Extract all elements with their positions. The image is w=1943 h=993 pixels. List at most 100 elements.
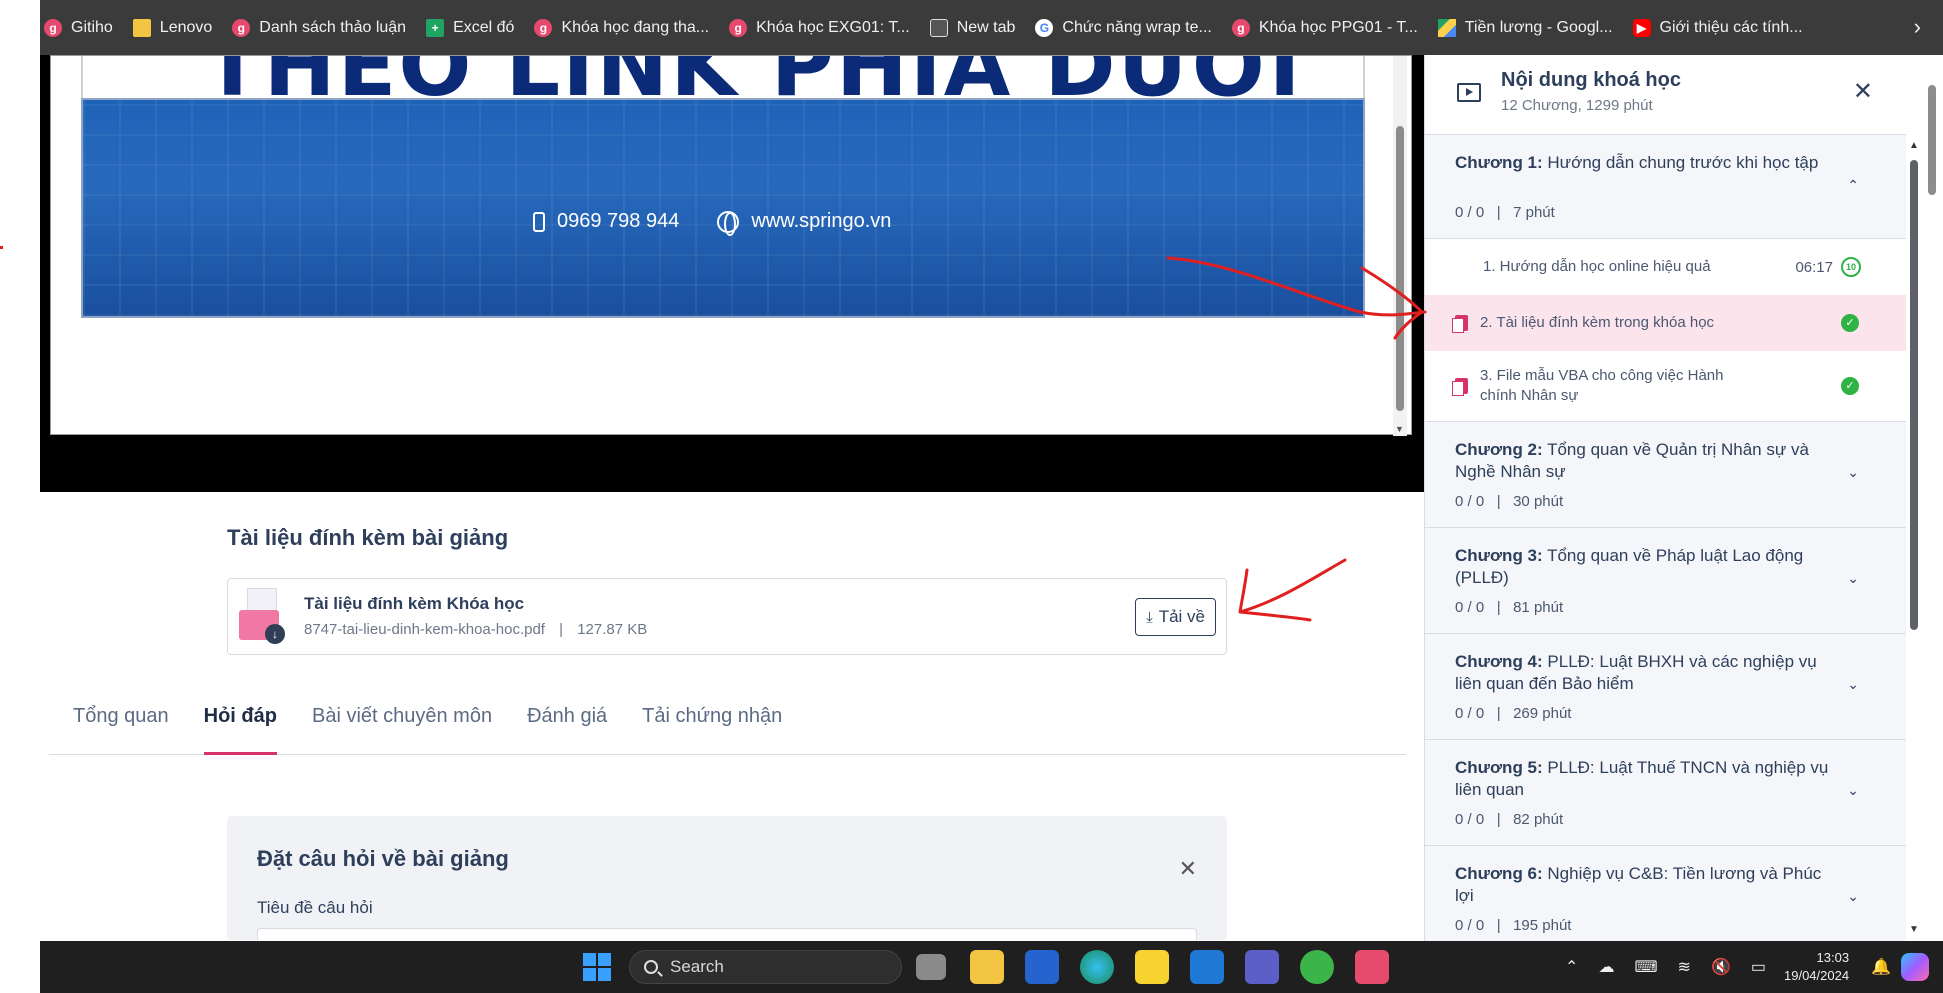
chevron-down-icon[interactable]: ⌄ [1847,676,1859,693]
attachment-card: ↓ Tài liệu đính kèm Khóa học 8747-tai-li… [227,578,1227,655]
chevron-down-icon[interactable]: ⌄ [1847,888,1859,905]
bookmarks-bar: g Gitiho Lenovo g Danh sách thảo luận + Exc… [40,0,1943,55]
copilot-icon[interactable] [1901,953,1929,981]
chapter-meta: 0 / 0 | 7 phút [1455,204,1555,221]
pdf-file-icon: ↓ [239,588,285,644]
chapter-item[interactable]: Chương 5: PLLĐ: Luật Thuế TNCN và nghiệp… [1425,740,1906,846]
chapter-item[interactable]: Chương 3: Tổng quan về Pháp luật Lao độn… [1425,528,1906,634]
teams-icon[interactable] [1245,950,1279,984]
attachment-name: Tài liệu đính kèm Khóa học [304,594,525,613]
bookmark-wrap-text[interactable]: G Chức năng wrap te... [1035,18,1212,37]
chevron-down-icon[interactable]: ⌄ [1847,570,1859,587]
bookmark-new-tab[interactable]: New tab [929,18,1015,37]
bookmark-youtube[interactable]: ▶ Giới thiệu các tính... [1632,18,1803,37]
chevron-right-icon[interactable]: › [1914,14,1921,40]
slide-headline: THEO LINK PHÍA DƯỚI [81,56,1365,98]
newtab-icon [929,18,948,37]
document-icon [1452,378,1468,396]
app-icon[interactable] [1300,950,1334,984]
battery-icon[interactable]: ▭ [1751,957,1766,977]
edge-icon[interactable] [1080,950,1114,984]
remote-desktop-icon[interactable] [1190,950,1224,984]
chapter-list: Chương 1: Hướng dẫn chung trước khi học … [1425,135,1906,941]
lesson-duration: 06:17 [1795,258,1833,276]
lesson-tabs: Tổng quan Hỏi đáp Bài viết chuyên môn Đá… [49,697,1406,755]
website: www.springo.vn [751,210,892,232]
lesson-item[interactable]: 3. File mẫu VBA cho công việc Hành chính… [1425,351,1906,421]
volume-muted-icon[interactable]: 🔇 [1711,957,1731,977]
check-icon: ✓ [1841,314,1859,332]
chapter-item[interactable]: Chương 1: Hướng dẫn chung trước khi học … [1425,135,1906,239]
todo-icon[interactable] [1025,950,1059,984]
chapter-item[interactable]: Chương 6: Nghiệp vụ C&B: Tiền lương và P… [1425,846,1906,941]
chevron-down-icon[interactable]: ⌄ [1847,464,1859,481]
left-margin [0,0,40,993]
bookmark-salary-drive[interactable]: Tiền lương - Googl... [1437,18,1613,37]
gitiho-icon: g [729,18,748,37]
ask-question-title: Đặt câu hỏi về bài giảng [257,846,509,871]
chapter-item[interactable]: Chương 4: PLLĐ: Luật BHXH và các nghiệp … [1425,634,1906,740]
document-icon [1452,315,1468,333]
scroll-down-icon[interactable]: ▼ [1909,924,1919,935]
question-title-input[interactable] [257,928,1197,940]
chapter-item[interactable]: Chương 2: Tổng quan về Quản trị Nhân sự … [1425,422,1906,528]
document-viewer[interactable]: THEO LINK PHÍA DƯỚI 0969 798 944 www.spr… [50,55,1412,436]
task-view-icon[interactable] [916,954,946,980]
close-icon[interactable]: ✕ [1853,77,1873,106]
download-button[interactable]: ⤓ Tải về [1135,598,1216,636]
page-scrollbar[interactable] [1921,55,1943,941]
attachments-title: Tài liệu đính kèm bài giảng [227,525,509,550]
bookmark-gitiho[interactable]: g Gitiho [44,18,113,37]
lesson-item-active[interactable]: 2. Tài liệu đính kèm trong khóa học ✓ [1425,295,1906,351]
system-tray: ⌃ ☁ ⌨ ≋ 🔇 ▭ 13:03 19/04/2024 🔔 [1555,941,1943,993]
bookmark-exg01[interactable]: g Khóa học EXG01: T... [729,18,910,37]
scroll-up-icon[interactable]: ▲ [1909,140,1919,151]
bookmark-excel[interactable]: + Excel đó [426,18,514,37]
chevron-up-icon[interactable]: ⌃ [1847,177,1859,194]
video-lesson-icon [1457,83,1481,102]
tab-qa[interactable]: Hỏi đáp [203,697,277,755]
snipping-tool-icon[interactable] [1355,950,1389,984]
scroll-down-icon[interactable]: ▼ [1395,424,1404,434]
notification-bell-icon[interactable]: 🔔 [1871,957,1891,977]
scrollbar-thumb[interactable] [1928,85,1936,195]
document-scrollbar[interactable]: ▼ [1393,56,1407,436]
lesson-list: 1. Hướng dẫn học online hiệu quả 06:17 1… [1425,239,1906,422]
folder-icon [132,18,151,37]
chapter-meta: 0 / 0 | 82 phút [1455,811,1564,828]
sticky-notes-icon[interactable] [1135,950,1169,984]
scrollbar-thumb[interactable] [1396,126,1404,411]
bookmark-ppg01[interactable]: g Khóa học PPG01 - T... [1231,18,1418,37]
chevron-down-icon[interactable]: ⌄ [1847,782,1859,799]
cloud-icon[interactable]: ☁ [1598,957,1614,977]
progress-badge: 10 [1841,257,1861,277]
tab-overview[interactable]: Tổng quan [73,697,169,755]
tab-certificate[interactable]: Tải chứng nhận [642,697,782,755]
lesson-item[interactable]: 1. Hướng dẫn học online hiệu quả 06:17 1… [1425,239,1906,330]
taskbar-search[interactable]: Search [629,950,902,984]
chevron-up-icon[interactable]: ⌃ [1565,957,1578,977]
lesson-viewer: THEO LINK PHÍA DƯỚI 0969 798 944 www.spr… [40,55,1424,492]
bookmark-lenovo[interactable]: Lenovo [132,18,212,37]
wifi-icon[interactable]: ≋ [1678,957,1691,977]
sidebar-scrollbar[interactable]: ▲ ▼ [1907,140,1921,935]
close-icon[interactable]: ✕ [1179,856,1197,882]
bookmark-discussion-list[interactable]: g Danh sách thảo luận [232,18,406,37]
slide-banner: 0969 798 944 www.springo.vn [81,98,1365,318]
phone-icon [533,211,545,232]
windows-start-icon[interactable] [580,950,614,984]
clock[interactable]: 13:03 19/04/2024 [1784,949,1849,985]
phone-number: 0969 798 944 [557,210,680,232]
arrow-to-download-head [1238,568,1249,614]
sidebar-header: Nội dung khoá học 12 Chương, 1299 phút ✕ [1425,55,1906,135]
tab-reviews[interactable]: Đánh giá [527,697,607,755]
gitiho-icon: g [1231,18,1250,37]
keyboard-icon[interactable]: ⌨ [1634,957,1657,977]
bookmark-courses-in-progress[interactable]: g Khóa học đang tha... [534,18,709,37]
scrollbar-thumb[interactable] [1910,160,1918,630]
file-explorer-icon[interactable] [970,950,1004,984]
arrow-to-download [1239,558,1347,622]
tab-articles[interactable]: Bài viết chuyên môn [312,697,492,755]
check-icon: ✓ [1841,377,1859,395]
chapter-meta: 0 / 0 | 269 phút [1455,705,1572,722]
